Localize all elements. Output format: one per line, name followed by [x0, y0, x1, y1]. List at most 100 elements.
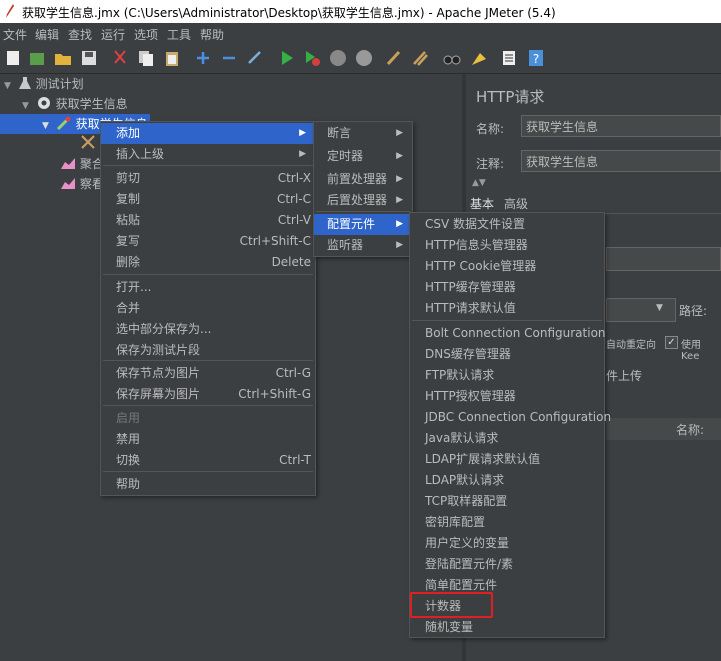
menu-search[interactable]: 查找 [68, 26, 92, 43]
menu-item-label: 启用 [116, 411, 141, 425]
menu-edit[interactable]: 编辑 [35, 26, 59, 43]
tools-icon [81, 135, 95, 149]
config-submenu-item[interactable]: Java默认请求 [410, 428, 604, 449]
context-menu-item[interactable]: 打开... [101, 277, 315, 298]
start-no-pause-icon[interactable] [303, 49, 321, 67]
menu-separator [103, 165, 313, 166]
add-submenu-item[interactable]: 前置处理器 ▶ [314, 169, 412, 190]
context-menu-item[interactable]: 保存节点为图片 Ctrl-G [101, 363, 315, 384]
reset-search-icon[interactable] [470, 49, 488, 67]
add-submenu-item[interactable]: 后置处理器 ▶ [314, 190, 412, 211]
gear-icon [37, 97, 50, 109]
menu-file[interactable]: 文件 [3, 26, 27, 43]
counter-highlight-box [410, 592, 493, 618]
tree-node-test-plan[interactable]: ▼ 测试计划 [4, 74, 84, 94]
collapse-caret-icon[interactable]: ▼ [4, 76, 14, 96]
config-submenu-item[interactable]: HTTP Cookie管理器 [410, 256, 604, 277]
config-submenu-item[interactable]: JDBC Connection Configuration [410, 407, 611, 428]
params-name-header: 名称: [676, 423, 705, 437]
context-menu-item[interactable]: 粘贴 Ctrl-V [101, 210, 315, 231]
expand-icon[interactable] [194, 49, 212, 67]
stop-icon[interactable] [329, 49, 347, 67]
server-field[interactable] [606, 247, 721, 271]
config-submenu-item[interactable]: HTTP授权管理器 [410, 386, 604, 407]
cut-icon[interactable] [111, 49, 129, 67]
collapse-caret-icon[interactable]: ▼ [42, 116, 52, 136]
menu-item-label: FTP默认请求 [425, 368, 495, 382]
add-submenu-item[interactable]: 监听器 ▶ [314, 235, 412, 256]
add-submenu-item[interactable]: 断言 ▶ [314, 123, 412, 144]
config-submenu-item[interactable]: Bolt Connection Configuration [410, 323, 606, 344]
tab-advanced[interactable]: 高级 [504, 195, 528, 212]
menu-help[interactable]: 帮助 [200, 26, 224, 43]
keepalive-checkbox[interactable]: ✓ [665, 336, 678, 349]
shutdown-icon[interactable] [355, 49, 373, 67]
toggle-icon[interactable] [246, 49, 264, 67]
clear-all-icon[interactable] [411, 49, 429, 67]
config-submenu-item[interactable]: DNS缓存管理器 [410, 344, 604, 365]
config-submenu-item[interactable]: 随机变量 [410, 617, 604, 638]
context-menu-item[interactable]: 保存屏幕为图片 Ctrl+Shift-G [101, 384, 315, 405]
new-icon[interactable] [4, 49, 22, 67]
context-menu-item[interactable]: 复制 Ctrl-C [101, 189, 315, 210]
context-menu-item[interactable]: 切换 Ctrl-T [101, 450, 315, 471]
context-menu-item[interactable]: 帮助 [101, 474, 315, 495]
context-menu-item[interactable]: 剪切 Ctrl-X [101, 168, 315, 189]
tab-basic[interactable]: 基本 [470, 195, 494, 212]
menu-separator [103, 405, 313, 406]
menu-item-label: 监听器 [327, 238, 364, 252]
comment-field[interactable]: 获取学生信息 [521, 150, 721, 172]
config-submenu-item[interactable]: FTP默认请求 [410, 365, 604, 386]
start-icon[interactable] [278, 49, 296, 67]
chevron-down-icon[interactable]: ▼ [656, 303, 663, 313]
context-menu-item[interactable]: 禁用 [101, 429, 315, 450]
collapse-caret-icon[interactable]: ▼ [22, 96, 32, 116]
search-icon[interactable] [443, 49, 461, 67]
menu-separator [412, 320, 602, 321]
context-menu-item[interactable]: 保存为测试片段 [101, 340, 315, 361]
templates-icon[interactable] [28, 49, 46, 67]
svg-text:?: ? [533, 52, 539, 66]
config-submenu-item[interactable]: CSV 数据文件设置 [410, 214, 604, 235]
submenu-arrow-icon: ▶ [396, 128, 403, 138]
save-icon[interactable] [80, 49, 98, 67]
context-menu-item[interactable]: 插入上级 ▶ [101, 144, 315, 165]
context-menu-item[interactable]: 选中部分保存为... [101, 319, 315, 340]
collapse-icon[interactable] [220, 49, 238, 67]
menu-item-label: 切换 [116, 453, 141, 467]
context-menu-item[interactable]: 删除 Delete [101, 252, 315, 273]
config-submenu-item[interactable]: HTTP信息头管理器 [410, 235, 604, 256]
function-helper-icon[interactable] [500, 49, 518, 67]
open-icon[interactable] [54, 49, 72, 67]
menu-run[interactable]: 运行 [101, 26, 125, 43]
submenu-arrow-icon: ▶ [396, 151, 403, 161]
add-submenu-item[interactable]: 定时器 ▶ [314, 146, 412, 167]
context-menu-item[interactable]: 复写 Ctrl+Shift-C [101, 231, 315, 252]
config-submenu-item[interactable]: HTTP缓存管理器 [410, 277, 604, 298]
protocol-select[interactable] [606, 298, 676, 322]
config-submenu-item[interactable]: 用户定义的变量 [410, 533, 604, 554]
context-menu: 添加 ▶ 插入上级 ▶ 剪切 Ctrl-X 复制 Ctrl-C 粘贴 Ctrl-V 复写 Ctrl+S… [100, 121, 316, 496]
config-submenu-item[interactable]: TCP取样器配置 [410, 491, 604, 512]
config-submenu-item[interactable]: HTTP请求默认值 [410, 298, 604, 319]
split-arrows-icon[interactable]: ▲▼ [472, 178, 486, 188]
tree-node-thread-group[interactable]: ▼ 获取学生信息 [22, 94, 128, 114]
context-menu-item[interactable]: 合并 [101, 298, 315, 319]
jmeter-feather-icon [6, 4, 14, 18]
config-submenu-item[interactable]: LDAP默认请求 [410, 470, 604, 491]
clear-icon[interactable] [385, 49, 403, 67]
menu-item-label: 密钥库配置 [425, 515, 486, 529]
config-submenu-item[interactable]: LDAP扩展请求默认值 [410, 449, 604, 470]
menu-item-label: 断言 [327, 126, 352, 140]
add-submenu-item[interactable]: 配置元件 ▶ [314, 214, 412, 235]
paste-icon[interactable] [163, 49, 181, 67]
submenu-arrow-icon: ▶ [299, 128, 306, 138]
help-icon[interactable]: ? [527, 49, 545, 67]
name-field[interactable]: 获取学生信息 [521, 115, 721, 137]
menu-tools[interactable]: 工具 [167, 26, 191, 43]
context-menu-item[interactable]: 添加 ▶ [101, 123, 315, 144]
copy-icon[interactable] [137, 49, 155, 67]
config-submenu-item[interactable]: 登陆配置元件/素 [410, 554, 604, 575]
config-submenu-item[interactable]: 密钥库配置 [410, 512, 604, 533]
menu-options[interactable]: 选项 [134, 26, 158, 43]
